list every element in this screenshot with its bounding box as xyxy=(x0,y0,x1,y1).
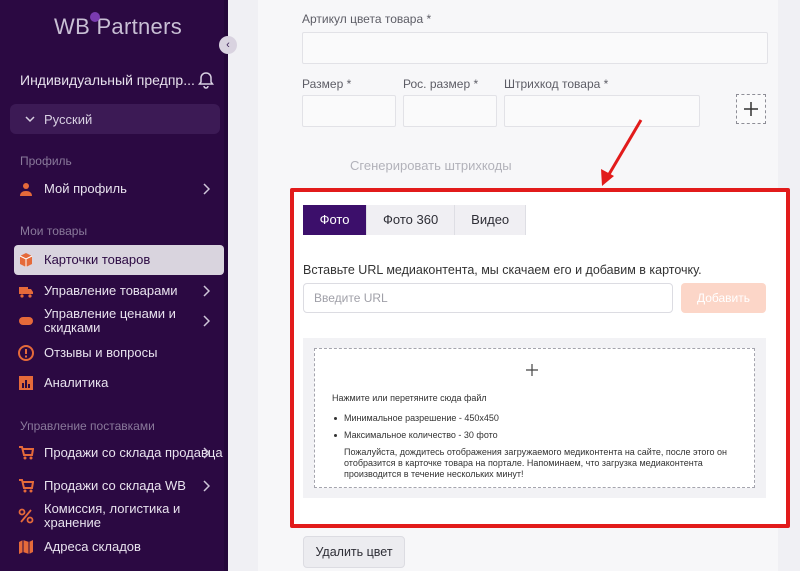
plus-icon xyxy=(526,364,538,376)
sidebar-item-label: Аналитика xyxy=(44,375,109,390)
sidebar-item-label: Адреса складов xyxy=(44,539,141,554)
sidebar-item-label: Мой профиль xyxy=(44,181,127,196)
collapse-sidebar-button[interactable]: ‹ xyxy=(219,36,237,54)
cart-icon xyxy=(19,446,34,460)
chart-icon xyxy=(19,376,33,390)
section-goods: Мои товары xyxy=(20,224,88,238)
chevron-right-icon xyxy=(203,447,210,459)
plus-icon xyxy=(744,102,758,116)
barcode-input[interactable] xyxy=(504,95,700,127)
org-name[interactable]: Индивидуальный предпр... xyxy=(20,72,195,88)
truck-icon xyxy=(19,287,33,298)
logo-dot xyxy=(90,12,100,22)
sidebar-item-commission[interactable]: Комиссия, логистика и хранение xyxy=(14,501,220,531)
logo[interactable]: WB Partners xyxy=(54,12,182,40)
requirement-item: Максимальное количество - 30 фото xyxy=(332,430,499,447)
chevron-right-icon xyxy=(203,315,210,327)
language-select[interactable]: Русский xyxy=(10,104,220,134)
requirements-list: Минимальное разрешение - 450x450 Максима… xyxy=(332,413,499,447)
add-url-button[interactable]: Добавить xyxy=(681,283,766,313)
tab-photo-360[interactable]: Фото 360 xyxy=(367,205,456,235)
sidebar-item-wb-sales[interactable]: Продажи со склада WB xyxy=(14,471,220,501)
size-input[interactable] xyxy=(302,95,396,127)
sidebar-item-goods-management[interactable]: Управление товарами xyxy=(14,276,220,306)
sidebar: WB Partners Индивидуальный предпр... Рус… xyxy=(0,0,228,571)
ru-size-label: Рос. размер * xyxy=(403,77,479,91)
language-label: Русский xyxy=(44,112,93,127)
bell-icon[interactable] xyxy=(197,71,215,89)
tab-photo[interactable]: Фото xyxy=(303,205,367,235)
barcode-label: Штрихкод товара * xyxy=(504,77,609,91)
size-label: Размер * xyxy=(302,77,352,91)
sidebar-item-label: Карточки товаров xyxy=(44,252,151,267)
user-icon xyxy=(20,183,32,196)
delete-color-button[interactable]: Удалить цвет xyxy=(303,536,405,568)
add-barcode-button[interactable] xyxy=(736,94,766,124)
url-hint: Вставьте URL медиаконтента, мы скачаем е… xyxy=(303,263,702,277)
cart-icon xyxy=(19,479,34,493)
upload-area: Нажмите или перетяните сюда файл Минимал… xyxy=(303,338,766,498)
sidebar-item-warehouses[interactable]: Адреса складов xyxy=(14,532,220,562)
sidebar-item-label: Комиссия, логистика и хранение xyxy=(44,501,181,530)
sidebar-item-label: Отзывы и вопросы xyxy=(44,345,158,360)
chevron-down-icon xyxy=(25,116,35,123)
media-tabs: Фото Фото 360 Видео xyxy=(303,205,527,235)
chevron-right-icon xyxy=(203,183,210,195)
upload-note: Пожалуйста, дождитесь отображения загруж… xyxy=(344,447,727,479)
chevron-right-icon xyxy=(203,285,210,297)
color-article-label: Артикул цвета товара * xyxy=(302,12,432,26)
alert-icon xyxy=(18,345,34,361)
requirement-item: Минимальное разрешение - 450x450 xyxy=(332,413,499,430)
tag-icon xyxy=(19,317,33,325)
sidebar-item-label: Управление товарами xyxy=(44,283,178,298)
sidebar-item-label: Продажи со склада WB xyxy=(44,478,186,493)
media-url-input[interactable] xyxy=(303,283,673,313)
tab-video[interactable]: Видео xyxy=(455,205,527,235)
sidebar-item-profile[interactable]: Мой профиль xyxy=(14,174,220,204)
sidebar-item-cards[interactable]: Карточки товаров xyxy=(14,245,224,275)
sidebar-item-analytics[interactable]: Аналитика xyxy=(14,368,220,398)
section-supply: Управление поставками xyxy=(20,419,155,433)
map-icon xyxy=(19,540,33,554)
color-article-input[interactable] xyxy=(302,32,768,64)
sidebar-item-label: Управление ценами и скидками xyxy=(44,306,176,335)
box-icon xyxy=(19,253,33,267)
percent-icon xyxy=(18,508,34,524)
sidebar-item-reviews[interactable]: Отзывы и вопросы xyxy=(14,338,220,368)
ru-size-input[interactable] xyxy=(403,95,497,127)
dropzone-title: Нажмите или перетяните сюда файл xyxy=(332,393,487,403)
generate-barcodes-button[interactable]: Сгенерировать штрихкоды xyxy=(350,158,512,173)
sidebar-item-label: Продажи со склада продавца xyxy=(44,445,223,460)
chevron-right-icon xyxy=(203,480,210,492)
logo-text: WB Partners xyxy=(54,14,182,39)
section-profile: Профиль xyxy=(20,154,72,168)
file-dropzone[interactable]: Нажмите или перетяните сюда файл Минимал… xyxy=(314,348,755,488)
sidebar-item-seller-sales[interactable]: Продажи со склада продавца xyxy=(14,438,223,468)
sidebar-item-prices[interactable]: Управление ценами и скидками xyxy=(14,306,220,336)
